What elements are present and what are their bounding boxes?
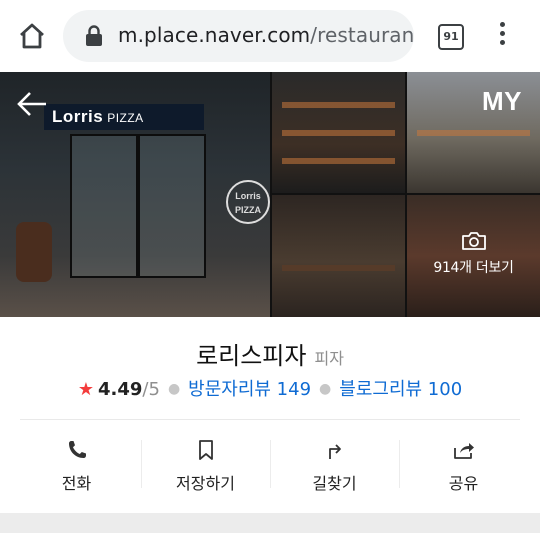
more-photos-label: 914개 더보기 [433,260,514,276]
place-name: 로리스피자 [196,342,307,370]
barrel [16,222,52,282]
lock-icon [86,25,102,46]
overflow-menu-icon[interactable] [492,22,512,50]
share-icon [453,443,474,459]
shelf [282,158,395,164]
bookmark-icon [198,440,213,460]
shelf [417,130,530,136]
glass-door [138,134,206,278]
storefront-sign-sub: PIZZA [107,111,144,125]
more-photos-overlay[interactable]: 914개 더보기 [407,231,540,277]
my-label[interactable]: MY [482,86,522,117]
share-label: 공유 [448,474,479,493]
visitor-reviews-link[interactable]: 방문자리뷰 149 [188,379,311,400]
url-text: m.place.naver.com/restaurant/ [118,23,414,47]
back-arrow-icon[interactable] [16,90,48,118]
shelf [282,130,395,136]
share-button[interactable]: 공유 [399,420,528,506]
camera-icon [461,232,486,250]
photo-interior[interactable]: MY [407,72,540,193]
photo-gallery: Lorris PIZZA Lorris PIZZA MY 914개 더보기 [0,72,540,317]
round-logo-line1: Lorris [235,191,261,201]
save-label: 저장하기 [176,474,235,493]
call-label: 전화 [61,474,92,493]
star-icon: ★ [77,379,94,400]
directions-button[interactable]: 길찾기 [270,420,399,506]
shelf [282,102,395,108]
directions-icon [328,444,341,459]
phone-icon [68,441,86,458]
photo-dining-room[interactable] [272,195,405,317]
round-logo: Lorris PIZZA [226,180,270,224]
separator-dot: ● [319,381,332,397]
table-row [282,265,395,271]
storefront-sign-text: Lorris [52,107,104,126]
browser-toolbar: m.place.naver.com/restaurant/ 91 [0,0,540,72]
place-title-row: 로리스피자 피자 [0,336,540,371]
address-bar[interactable]: m.place.naver.com/restaurant/ [63,10,414,62]
photo-shelves[interactable] [272,72,405,193]
storefront-sign: Lorris PIZZA [44,104,204,130]
photo-more[interactable]: 914개 더보기 [407,195,540,317]
place-category: 피자 [314,349,344,368]
round-logo-line2: PIZZA [235,205,261,215]
url-path: /restaurant/ [310,23,414,47]
rating-max: /5 [142,379,160,400]
tab-switcher-button[interactable]: 91 [438,24,464,50]
blog-reviews-link[interactable]: 블로그리뷰 100 [339,379,462,400]
photo-storefront[interactable]: Lorris PIZZA Lorris PIZZA [0,72,270,317]
home-icon[interactable] [16,20,48,52]
glass-door [70,134,138,278]
separator-dot: ● [167,381,181,397]
rating-value: 4.49 [97,379,143,400]
action-bar: 전화 저장하기 길찾기 공유 [12,420,528,506]
section-separator [0,513,540,533]
place-meta-row: ★ 4.49/5 ● 방문자리뷰 149 ● 블로그리뷰 100 [0,375,540,401]
url-domain: m.place.naver.com [118,23,311,47]
call-button[interactable]: 전화 [12,420,141,506]
directions-label: 길찾기 [312,474,357,493]
save-button[interactable]: 저장하기 [141,420,270,506]
